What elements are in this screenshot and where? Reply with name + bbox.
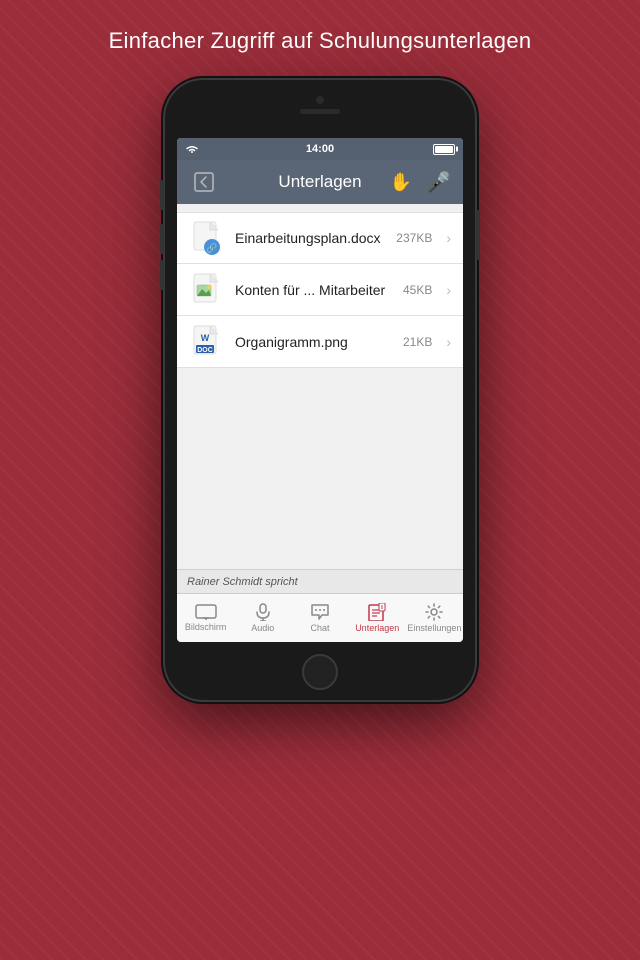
docs-icon: [367, 603, 387, 621]
phone-frame: 14:00 Unterlagen ✋ 🎤: [165, 80, 475, 700]
tab-chat[interactable]: Chat: [291, 594, 348, 642]
doc-file-icon: DOC W: [192, 325, 222, 359]
file-name: Konten für ... Mitarbeiter: [235, 282, 393, 298]
camera: [316, 96, 324, 104]
chevron-right-icon: ›: [446, 334, 451, 350]
screen: 14:00 Unterlagen ✋ 🎤: [177, 138, 463, 642]
tab-einstellungen[interactable]: Einstellungen: [406, 594, 463, 642]
status-bar: 14:00: [177, 138, 463, 160]
file-icon-image: [189, 272, 225, 308]
speaker-text: Rainer Schmidt spricht: [187, 576, 298, 588]
speaker-bar: Rainer Schmidt spricht: [177, 569, 463, 593]
nav-bar: Unterlagen ✋ 🎤: [177, 160, 463, 204]
svg-text:DOC: DOC: [197, 347, 213, 354]
file-name: Organigramm.png: [235, 334, 393, 350]
chevron-right-icon: ›: [446, 282, 451, 298]
microphone-icon[interactable]: 🎤: [426, 170, 451, 195]
phone-top-hardware: [300, 96, 340, 114]
tab-audio[interactable]: Audio: [234, 594, 291, 642]
tab-bildschirm[interactable]: Bildschirm: [177, 594, 234, 642]
tab-label: Audio: [251, 623, 274, 633]
docx-file-icon: 🔗: [192, 221, 222, 255]
file-size: 21KB: [403, 335, 432, 349]
monitor-icon: [195, 604, 217, 620]
battery-icon: [433, 144, 455, 155]
wifi-icon: [185, 144, 199, 154]
file-icon-docx: 🔗: [189, 220, 225, 256]
earpiece: [300, 109, 340, 114]
file-item[interactable]: DOC W Organigramm.png 21KB ›: [177, 316, 463, 368]
tab-bar: Bildschirm Audio Chat: [177, 593, 463, 642]
nav-actions: ✋ 🎤: [390, 170, 451, 195]
image-file-icon: [192, 273, 222, 307]
file-item[interactable]: Konten für ... Mitarbeiter 45KB ›: [177, 264, 463, 316]
svg-text:W: W: [201, 333, 210, 343]
raise-hand-icon[interactable]: ✋: [390, 172, 412, 193]
status-time: 14:00: [306, 143, 334, 155]
chevron-right-icon: ›: [446, 230, 451, 246]
chat-icon: [310, 603, 330, 621]
tab-label: Bildschirm: [185, 622, 227, 632]
tab-unterlagen[interactable]: Unterlagen: [349, 594, 406, 642]
home-button[interactable]: [302, 654, 338, 690]
file-size: 237KB: [396, 231, 432, 245]
battery-fill: [435, 146, 453, 153]
back-icon: [193, 171, 215, 193]
back-button[interactable]: [189, 167, 219, 197]
status-left: [185, 144, 199, 154]
page-title: Einfacher Zugriff auf Schulungsunterlage…: [0, 28, 640, 54]
svg-text:🔗: 🔗: [206, 242, 217, 254]
tab-label-active: Unterlagen: [355, 623, 399, 633]
file-size: 45KB: [403, 283, 432, 297]
nav-title: Unterlagen: [278, 172, 361, 192]
tab-label: Chat: [311, 623, 330, 633]
file-item[interactable]: 🔗 Einarbeitungsplan.docx 237KB ›: [177, 212, 463, 264]
audio-icon: [254, 603, 272, 621]
file-name: Einarbeitungsplan.docx: [235, 230, 386, 246]
status-right: [433, 144, 455, 155]
file-icon-doc: DOC W: [189, 324, 225, 360]
settings-icon: [425, 603, 443, 621]
file-list: 🔗 Einarbeitungsplan.docx 237KB ›: [177, 204, 463, 569]
tab-label: Einstellungen: [407, 623, 461, 633]
